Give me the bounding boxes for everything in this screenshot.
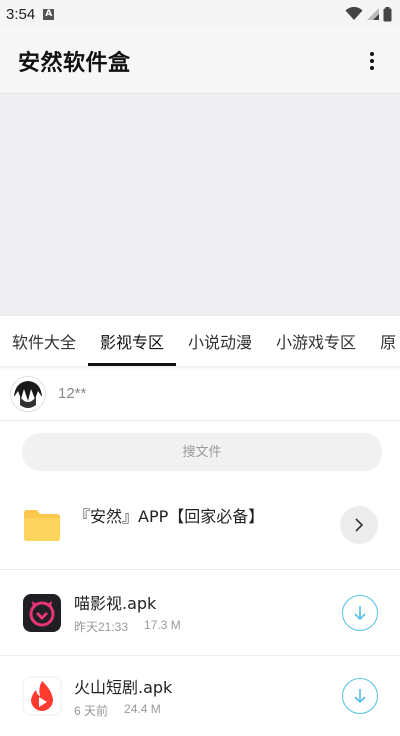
status-time: 3:54 — [6, 5, 36, 23]
tab-label: 影视专区 — [100, 333, 165, 352]
download-icon — [354, 689, 366, 704]
more-options-icon[interactable] — [360, 49, 384, 73]
tab-video[interactable]: 影视专区 — [88, 316, 177, 366]
battery-icon — [383, 6, 392, 21]
signal-icon — [367, 8, 379, 20]
folder-icon — [24, 510, 60, 541]
download-button[interactable] — [342, 594, 378, 631]
list-item[interactable]: 喵影视.apk 昨天21:33 17.3 M — [0, 570, 400, 656]
tab-minigame[interactable]: 小游戏专区 — [264, 316, 368, 366]
status-bar: 3:54 A — [0, 0, 400, 28]
download-icon — [354, 605, 366, 620]
tab-label: 软件大全 — [12, 333, 77, 352]
wifi-icon — [345, 7, 363, 20]
file-name: 『安然』APP【回家必备】 — [74, 507, 265, 526]
tab-label: 小说动漫 — [188, 333, 253, 352]
app-title: 安然软件盒 — [18, 50, 131, 76]
file-size: 17.3 M — [144, 618, 181, 632]
banner-area[interactable] — [0, 94, 400, 316]
list-item[interactable]: 火山短剧.apk 6 天前 24.4 M — [0, 656, 400, 736]
file-name: 火山短剧.apk — [74, 677, 173, 697]
file-date: 6 天前 — [74, 703, 109, 718]
category-tabs: 软件大全 影视专区 小说动漫 小游戏专区 原 — [0, 316, 400, 367]
tab-novel-anime[interactable]: 小说动漫 — [176, 316, 264, 366]
download-button[interactable] — [342, 678, 378, 714]
app-bar: 安然软件盒 — [0, 28, 400, 94]
tab-software[interactable]: 软件大全 — [0, 316, 88, 366]
user-row[interactable]: 12** — [0, 367, 400, 421]
meow-video-app-icon — [23, 593, 61, 632]
file-date: 昨天21:33 — [74, 620, 129, 634]
list-item[interactable]: 『安然』APP【回家必备】 — [0, 481, 400, 570]
chevron-right-icon — [355, 518, 364, 532]
tab-label: 原 — [380, 333, 397, 352]
tab-label: 小游戏专区 — [276, 333, 357, 352]
avatar[interactable] — [10, 375, 46, 412]
open-folder-button[interactable] — [340, 506, 378, 544]
file-name: 喵影视.apk — [74, 594, 157, 613]
tab-original[interactable]: 原 — [368, 316, 400, 366]
search-bar — [0, 421, 400, 481]
notification-icon: A — [43, 8, 55, 20]
user-name: 12** — [58, 385, 87, 402]
file-size: 24.4 M — [124, 701, 161, 716]
volcano-drama-app-icon — [22, 676, 62, 716]
search-input[interactable] — [22, 433, 382, 471]
